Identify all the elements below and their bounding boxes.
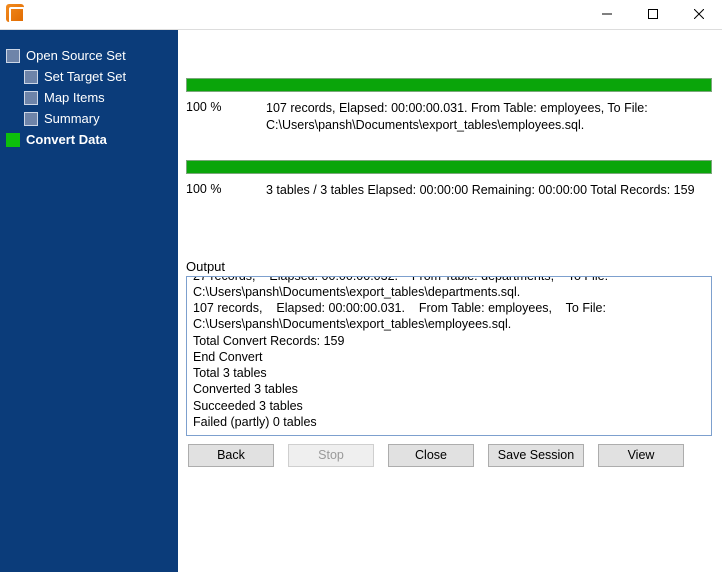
- back-button[interactable]: Back: [188, 444, 274, 467]
- step-box-icon: [6, 49, 20, 63]
- current-progress-block: 100 % 107 records, Elapsed: 00:00:00.031…: [186, 78, 712, 134]
- output-label: Output: [186, 259, 712, 274]
- sidebar-item-open-source-set[interactable]: Open Source Set: [6, 48, 172, 63]
- minimize-button[interactable]: [584, 0, 630, 28]
- save-session-button[interactable]: Save Session: [488, 444, 584, 467]
- current-progress-text: 100 % 107 records, Elapsed: 00:00:00.031…: [186, 100, 712, 134]
- overall-progress-text: 100 % 3 tables / 3 tables Elapsed: 00:00…: [186, 182, 712, 199]
- sidebar-item-summary[interactable]: Summary: [24, 111, 172, 126]
- wizard-sidebar: Open Source Set Set Target Set Map Items…: [0, 30, 178, 572]
- step-box-icon: [6, 133, 20, 147]
- current-progress-percent: 100 %: [186, 100, 246, 134]
- step-box-icon: [24, 70, 38, 84]
- sidebar-item-label: Open Source Set: [26, 48, 126, 63]
- button-row: Back Stop Close Save Session View: [186, 436, 712, 471]
- app-body: Open Source Set Set Target Set Map Items…: [0, 30, 722, 572]
- close-window-button[interactable]: [676, 0, 722, 28]
- sidebar-item-set-target-set[interactable]: Set Target Set: [24, 69, 172, 84]
- stop-button: Stop: [288, 444, 374, 467]
- overall-progress-percent: 100 %: [186, 182, 246, 199]
- output-log[interactable]: 27 records, Elapsed: 00:00:00.032. From …: [186, 276, 712, 436]
- step-box-icon: [24, 112, 38, 126]
- sidebar-item-label: Convert Data: [26, 132, 107, 147]
- title-bar: [0, 0, 722, 30]
- main-panel: 100 % 107 records, Elapsed: 00:00:00.031…: [178, 30, 722, 572]
- sidebar-item-map-items[interactable]: Map Items: [24, 90, 172, 105]
- overall-progress-details: 3 tables / 3 tables Elapsed: 00:00:00 Re…: [266, 182, 712, 199]
- close-button[interactable]: Close: [388, 444, 474, 467]
- step-box-icon: [24, 91, 38, 105]
- sidebar-item-label: Map Items: [44, 90, 105, 105]
- overall-progress-bar: [186, 160, 712, 174]
- window-controls: [584, 0, 722, 28]
- sidebar-item-label: Set Target Set: [44, 69, 126, 84]
- current-progress-details: 107 records, Elapsed: 00:00:00.031. From…: [266, 100, 712, 134]
- overall-progress-block: 100 % 3 tables / 3 tables Elapsed: 00:00…: [186, 160, 712, 199]
- sidebar-item-label: Summary: [44, 111, 100, 126]
- current-progress-bar: [186, 78, 712, 92]
- maximize-button[interactable]: [630, 0, 676, 28]
- sidebar-item-convert-data[interactable]: Convert Data: [6, 132, 172, 147]
- app-icon: [6, 4, 24, 22]
- view-button[interactable]: View: [598, 444, 684, 467]
